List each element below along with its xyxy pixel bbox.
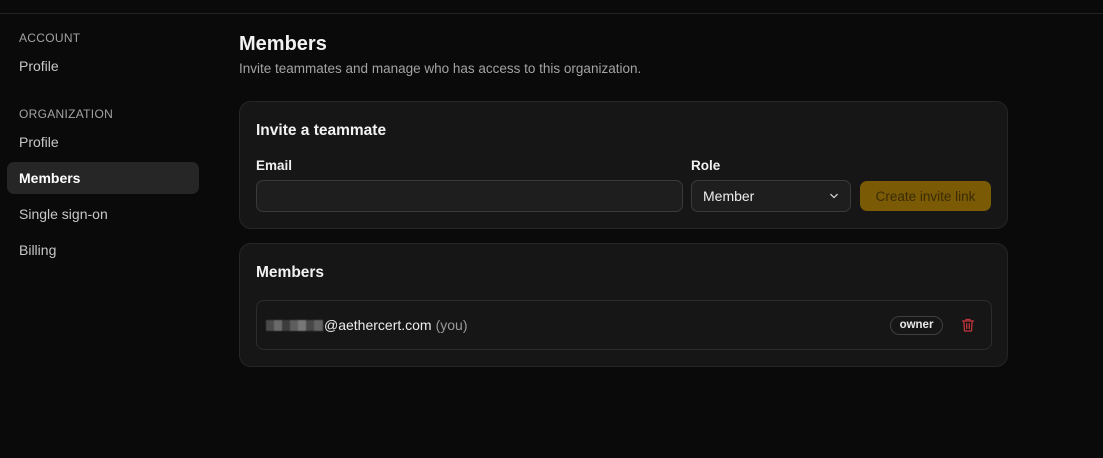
create-invite-link-button[interactable]: Create invite link [860,181,991,211]
email-input[interactable] [256,180,683,212]
members-card-title: Members [256,264,325,281]
member-row: @aethercert.com (you) owner [256,300,992,350]
top-bar [0,0,1103,14]
trash-icon[interactable] [960,317,976,333]
page-title: Members [239,33,327,55]
role-select[interactable]: Member [691,180,851,212]
members-card: Members @aethercert.com (you) owner [239,243,1008,367]
email-label: Email [256,158,293,173]
page-subtitle: Invite teammates and manage who has acce… [239,61,642,76]
chevron-down-icon [830,193,838,199]
redacted-email-username [266,319,323,331]
sidebar-item-members[interactable]: Members [7,162,199,194]
sidebar-item-single-sign-on[interactable]: Single sign-on [7,198,199,230]
role-badge: owner [890,316,943,335]
member-email: @aethercert.com (you) [266,317,468,333]
sidebar-item-org-profile[interactable]: Profile [7,126,199,158]
role-label: Role [691,158,721,173]
section-label-account: ACCOUNT [19,31,81,45]
section-label-organization: ORGANIZATION [19,107,114,121]
you-tag: (you) [435,317,468,333]
invite-card: Invite a teammate Email Role Member Crea… [239,101,1008,229]
sidebar-item-account-profile[interactable]: Profile [7,50,199,82]
sidebar-item-billing[interactable]: Billing [7,234,199,266]
role-select-value: Member [703,188,755,204]
invite-card-title: Invite a teammate [256,122,387,139]
member-email-domain: @aethercert.com [324,317,432,333]
